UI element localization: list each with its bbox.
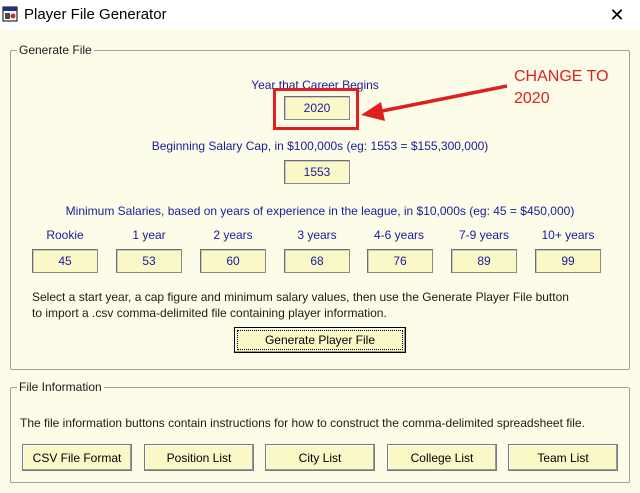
min-salary-rookie-input[interactable]: 45: [32, 249, 98, 273]
col-label-4-6-years: 4-6 years: [373, 228, 425, 242]
file-information-legend: File Information: [17, 380, 104, 394]
annotation-arrow: [361, 84, 508, 121]
instructions-line-1: Select a start year, a cap figure and mi…: [32, 290, 569, 304]
title-bar: Player File Generator ✕: [0, 0, 640, 30]
annotation-text-line-2: 2020: [514, 90, 550, 107]
min-salary-10-plus-years-input[interactable]: 99: [535, 249, 601, 273]
city-list-button[interactable]: City List: [265, 444, 375, 471]
generate-player-file-button[interactable]: Generate Player File: [234, 327, 406, 353]
min-salaries-label: Minimum Salaries, based on years of expe…: [65, 204, 575, 218]
csv-file-format-button[interactable]: CSV File Format: [22, 444, 132, 471]
col-label-2-years: 2 years: [213, 228, 253, 242]
min-salary-4-6-years-input[interactable]: 76: [367, 249, 433, 273]
col-label-7-9-years: 7-9 years: [458, 228, 510, 242]
position-list-button[interactable]: Position List: [144, 444, 254, 471]
file-information-description: The file information buttons contain ins…: [20, 416, 585, 430]
annotation-highlight-box: [273, 88, 359, 130]
college-list-button[interactable]: College List: [387, 444, 497, 471]
close-button[interactable]: ✕: [594, 0, 640, 30]
col-label-3-years: 3 years: [297, 228, 337, 242]
min-salary-1-year-input[interactable]: 53: [116, 249, 182, 273]
generate-file-legend: Generate File: [17, 43, 94, 57]
annotation-text-line-1: CHANGE TO: [514, 68, 609, 85]
salary-cap-input[interactable]: 1553: [284, 160, 350, 184]
col-label-1-year: 1 year: [132, 228, 166, 242]
col-label-10-plus-years: 10+ years: [541, 228, 595, 242]
app-icon: [2, 6, 18, 22]
salary-cap-label: Beginning Salary Cap, in $100,000s (eg: …: [151, 139, 489, 153]
window-title: Player File Generator: [24, 6, 167, 23]
close-icon: ✕: [609, 4, 625, 25]
min-salary-3-years-input[interactable]: 68: [284, 249, 350, 273]
instructions-line-2: to import a .csv comma-delimited file co…: [32, 306, 387, 320]
team-list-button[interactable]: Team List: [508, 444, 618, 471]
min-salary-2-years-input[interactable]: 60: [200, 249, 266, 273]
col-label-rookie: Rookie: [46, 228, 84, 242]
min-salary-7-9-years-input[interactable]: 89: [451, 249, 517, 273]
